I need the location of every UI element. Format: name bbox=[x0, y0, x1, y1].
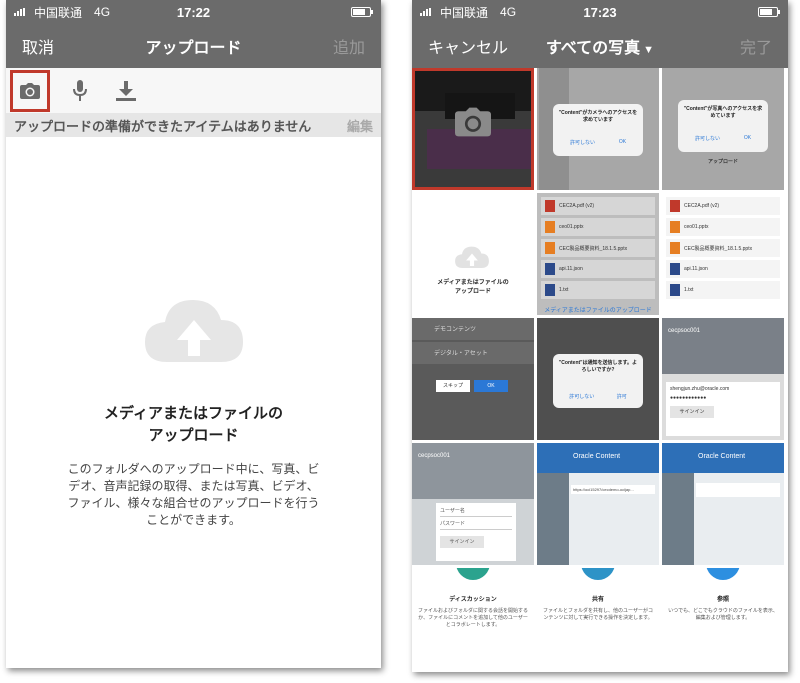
file-icon bbox=[545, 242, 555, 254]
photo-picker-screen: 中国联通 4G 17:23 キャンセル すべての写真 ▼ 完了 "Content… bbox=[412, 0, 788, 672]
file-name: ceo01.pptx bbox=[684, 224, 709, 230]
photo-thumbnail[interactable]: Oracle Content https://oci15297/cecdemo-… bbox=[537, 443, 659, 565]
photo-grid: "Content"がカメラへのアクセスを求めています 許可しない OK "Con… bbox=[412, 68, 788, 672]
file-icon bbox=[545, 263, 555, 275]
ok-button: OK bbox=[618, 139, 627, 145]
done-button[interactable]: 完了 bbox=[740, 34, 772, 58]
deny-button: 許可しない bbox=[694, 136, 720, 142]
photo-thumbnail[interactable]: 共有 ファイルとフォルダを共有し、他のユーザーがコンテンツに対して実行できる操作… bbox=[537, 568, 659, 672]
photo-thumbnail[interactable]: cecpsoc001 shengjun.zhu@oracle.com ●●●●●… bbox=[662, 318, 784, 440]
file-icon bbox=[670, 200, 680, 212]
cancel-button[interactable]: キャンセル bbox=[428, 34, 508, 58]
file-name: 1.txt bbox=[684, 287, 694, 293]
file-name: CEC2A.pdf (v2) bbox=[559, 203, 595, 209]
cancel-button[interactable]: 取消 bbox=[22, 34, 54, 58]
file-icon bbox=[545, 200, 555, 212]
dialog-title: "Content"が写真へのアクセスを求めています bbox=[683, 106, 763, 119]
file-icon bbox=[545, 221, 555, 233]
nav-bar: キャンセル すべての写真 ▼ 完了 bbox=[412, 24, 788, 68]
photo-thumbnail[interactable]: 参照 いつでも、どこでもクラウドのファイルを表示、編集および管理します。 bbox=[662, 568, 784, 672]
microphone-icon bbox=[73, 79, 87, 101]
page-title: アップロード bbox=[145, 40, 242, 57]
photo-thumbnail[interactable]: cecpsoc001 ユーザー名 パスワード サインイン bbox=[412, 443, 534, 565]
file-row: api.11.json bbox=[541, 260, 655, 278]
signin-button: サインイン bbox=[440, 536, 484, 548]
empty-description: このフォルダへのアップロード中に、写真、ビデオ、音声記録の取得、または写真、ビデ… bbox=[67, 462, 320, 527]
file-name: api.11.json bbox=[559, 266, 583, 272]
file-name: CEC製品概要資料_18.1.5.pptx bbox=[684, 245, 753, 252]
dialog-title: "Content"がカメラへのアクセスを求めています bbox=[558, 110, 638, 123]
photo-thumbnail[interactable]: "Content"は通知を送信します。よろしいですか? 許可しない 許可 bbox=[537, 318, 659, 440]
photo-thumbnail[interactable]: Oracle Content bbox=[662, 443, 784, 565]
file-row: CEC製品概要資料_18.1.5.pptx bbox=[541, 239, 655, 257]
nav-bar: 取消 アップロード 追加 bbox=[6, 24, 381, 68]
file-row: CEC製品概要資料_18.1.5.pptx bbox=[666, 239, 780, 257]
file-name: CEC2A.pdf (v2) bbox=[684, 203, 720, 209]
upload-link: メディアまたはファイルのアップロード bbox=[544, 308, 652, 314]
deny-button: 許可しない bbox=[569, 140, 595, 146]
allow-button: 許可 bbox=[616, 394, 627, 400]
file-row: 1.txt bbox=[541, 281, 655, 299]
status-bar: 中国联通 4G 17:23 bbox=[412, 0, 788, 24]
deny-button: 許可しない bbox=[569, 394, 595, 400]
file-row: api.11.json bbox=[666, 260, 780, 278]
camera-tile[interactable] bbox=[412, 68, 534, 190]
empty-title: メディアまたはファイルの アップロード bbox=[104, 405, 283, 444]
download-button[interactable] bbox=[110, 73, 142, 109]
file-icon bbox=[670, 263, 680, 275]
file-row: CEC2A.pdf (v2) bbox=[666, 197, 780, 215]
battery-icon bbox=[351, 7, 373, 17]
no-items-message: アップロードの準備ができたアイテムはありません bbox=[14, 118, 312, 134]
upload-label: アップロード bbox=[707, 159, 738, 165]
cloud-upload-icon bbox=[455, 246, 489, 269]
camera-button[interactable] bbox=[10, 69, 50, 112]
photo-thumbnail[interactable]: ディスカッション ファイルおよびフォルダに関する会話を開始するか、ファイルにコメ… bbox=[412, 568, 534, 672]
status-bar: 中国联通 4G 17:22 bbox=[6, 0, 381, 24]
photo-thumbnail[interactable]: メディアまたはファイルの アップロード bbox=[412, 193, 534, 315]
clock: 17:23 bbox=[583, 4, 617, 20]
file-row: 1.txt bbox=[666, 281, 780, 299]
photo-thumbnail[interactable]: CEC2A.pdf (v2) ceo01.pptx CEC製品概要資料_18.1.5… bbox=[537, 193, 659, 315]
file-icon bbox=[670, 284, 680, 296]
photo-thumbnail[interactable]: デモコンテンツ デジタル・アセット スキップ OK bbox=[412, 318, 534, 440]
file-icon bbox=[670, 221, 680, 233]
dialog-title: "Content"は通知を送信します。よろしいですか? bbox=[558, 360, 638, 373]
download-icon bbox=[116, 80, 136, 101]
photo-thumbnail[interactable]: "Content"が写真へのアクセスを求めています 許可しない OK アップロー… bbox=[662, 68, 784, 190]
photo-thumbnail[interactable]: "Content"がカメラへのアクセスを求めています 許可しない OK bbox=[537, 68, 659, 190]
file-row: ceo01.pptx bbox=[666, 218, 780, 236]
file-icon bbox=[545, 284, 555, 296]
file-name: api.11.json bbox=[684, 266, 708, 272]
caret-down-icon: ▼ bbox=[643, 44, 655, 56]
upload-toolbar bbox=[6, 68, 381, 113]
upload-screen: 中国联通 4G 17:22 取消 アップロード 追加 アップロードの準備ができた… bbox=[6, 0, 381, 668]
microphone-button[interactable] bbox=[64, 73, 96, 109]
ok-button: OK bbox=[743, 135, 752, 141]
upload-list-header: アップロードの準備ができたアイテムはありません 編集 bbox=[6, 113, 381, 137]
photo-thumbnail[interactable]: CEC2A.pdf (v2) ceo01.pptx CEC製品概要資料_18.1.5… bbox=[662, 193, 784, 315]
camera-icon bbox=[455, 107, 491, 137]
camera-icon bbox=[20, 82, 40, 99]
ok-button: OK bbox=[474, 380, 508, 392]
file-name: CEC製品概要資料_18.1.5.pptx bbox=[559, 245, 628, 252]
signin-button: サインイン bbox=[670, 406, 714, 418]
file-row: ceo01.pptx bbox=[541, 218, 655, 236]
file-icon bbox=[670, 242, 680, 254]
add-button[interactable]: 追加 bbox=[333, 34, 365, 58]
empty-state: メディアまたはファイルの アップロード このフォルダへのアップロード中に、写真、… bbox=[6, 290, 381, 529]
edit-button[interactable]: 編集 bbox=[347, 116, 373, 135]
clock: 17:22 bbox=[176, 4, 211, 20]
battery-icon bbox=[758, 7, 780, 17]
skip-button: スキップ bbox=[436, 380, 470, 392]
cloud-upload-icon bbox=[144, 300, 243, 362]
file-name: ceo01.pptx bbox=[559, 224, 584, 230]
file-row: CEC2A.pdf (v2) bbox=[541, 197, 655, 215]
file-name: 1.txt bbox=[559, 287, 569, 293]
